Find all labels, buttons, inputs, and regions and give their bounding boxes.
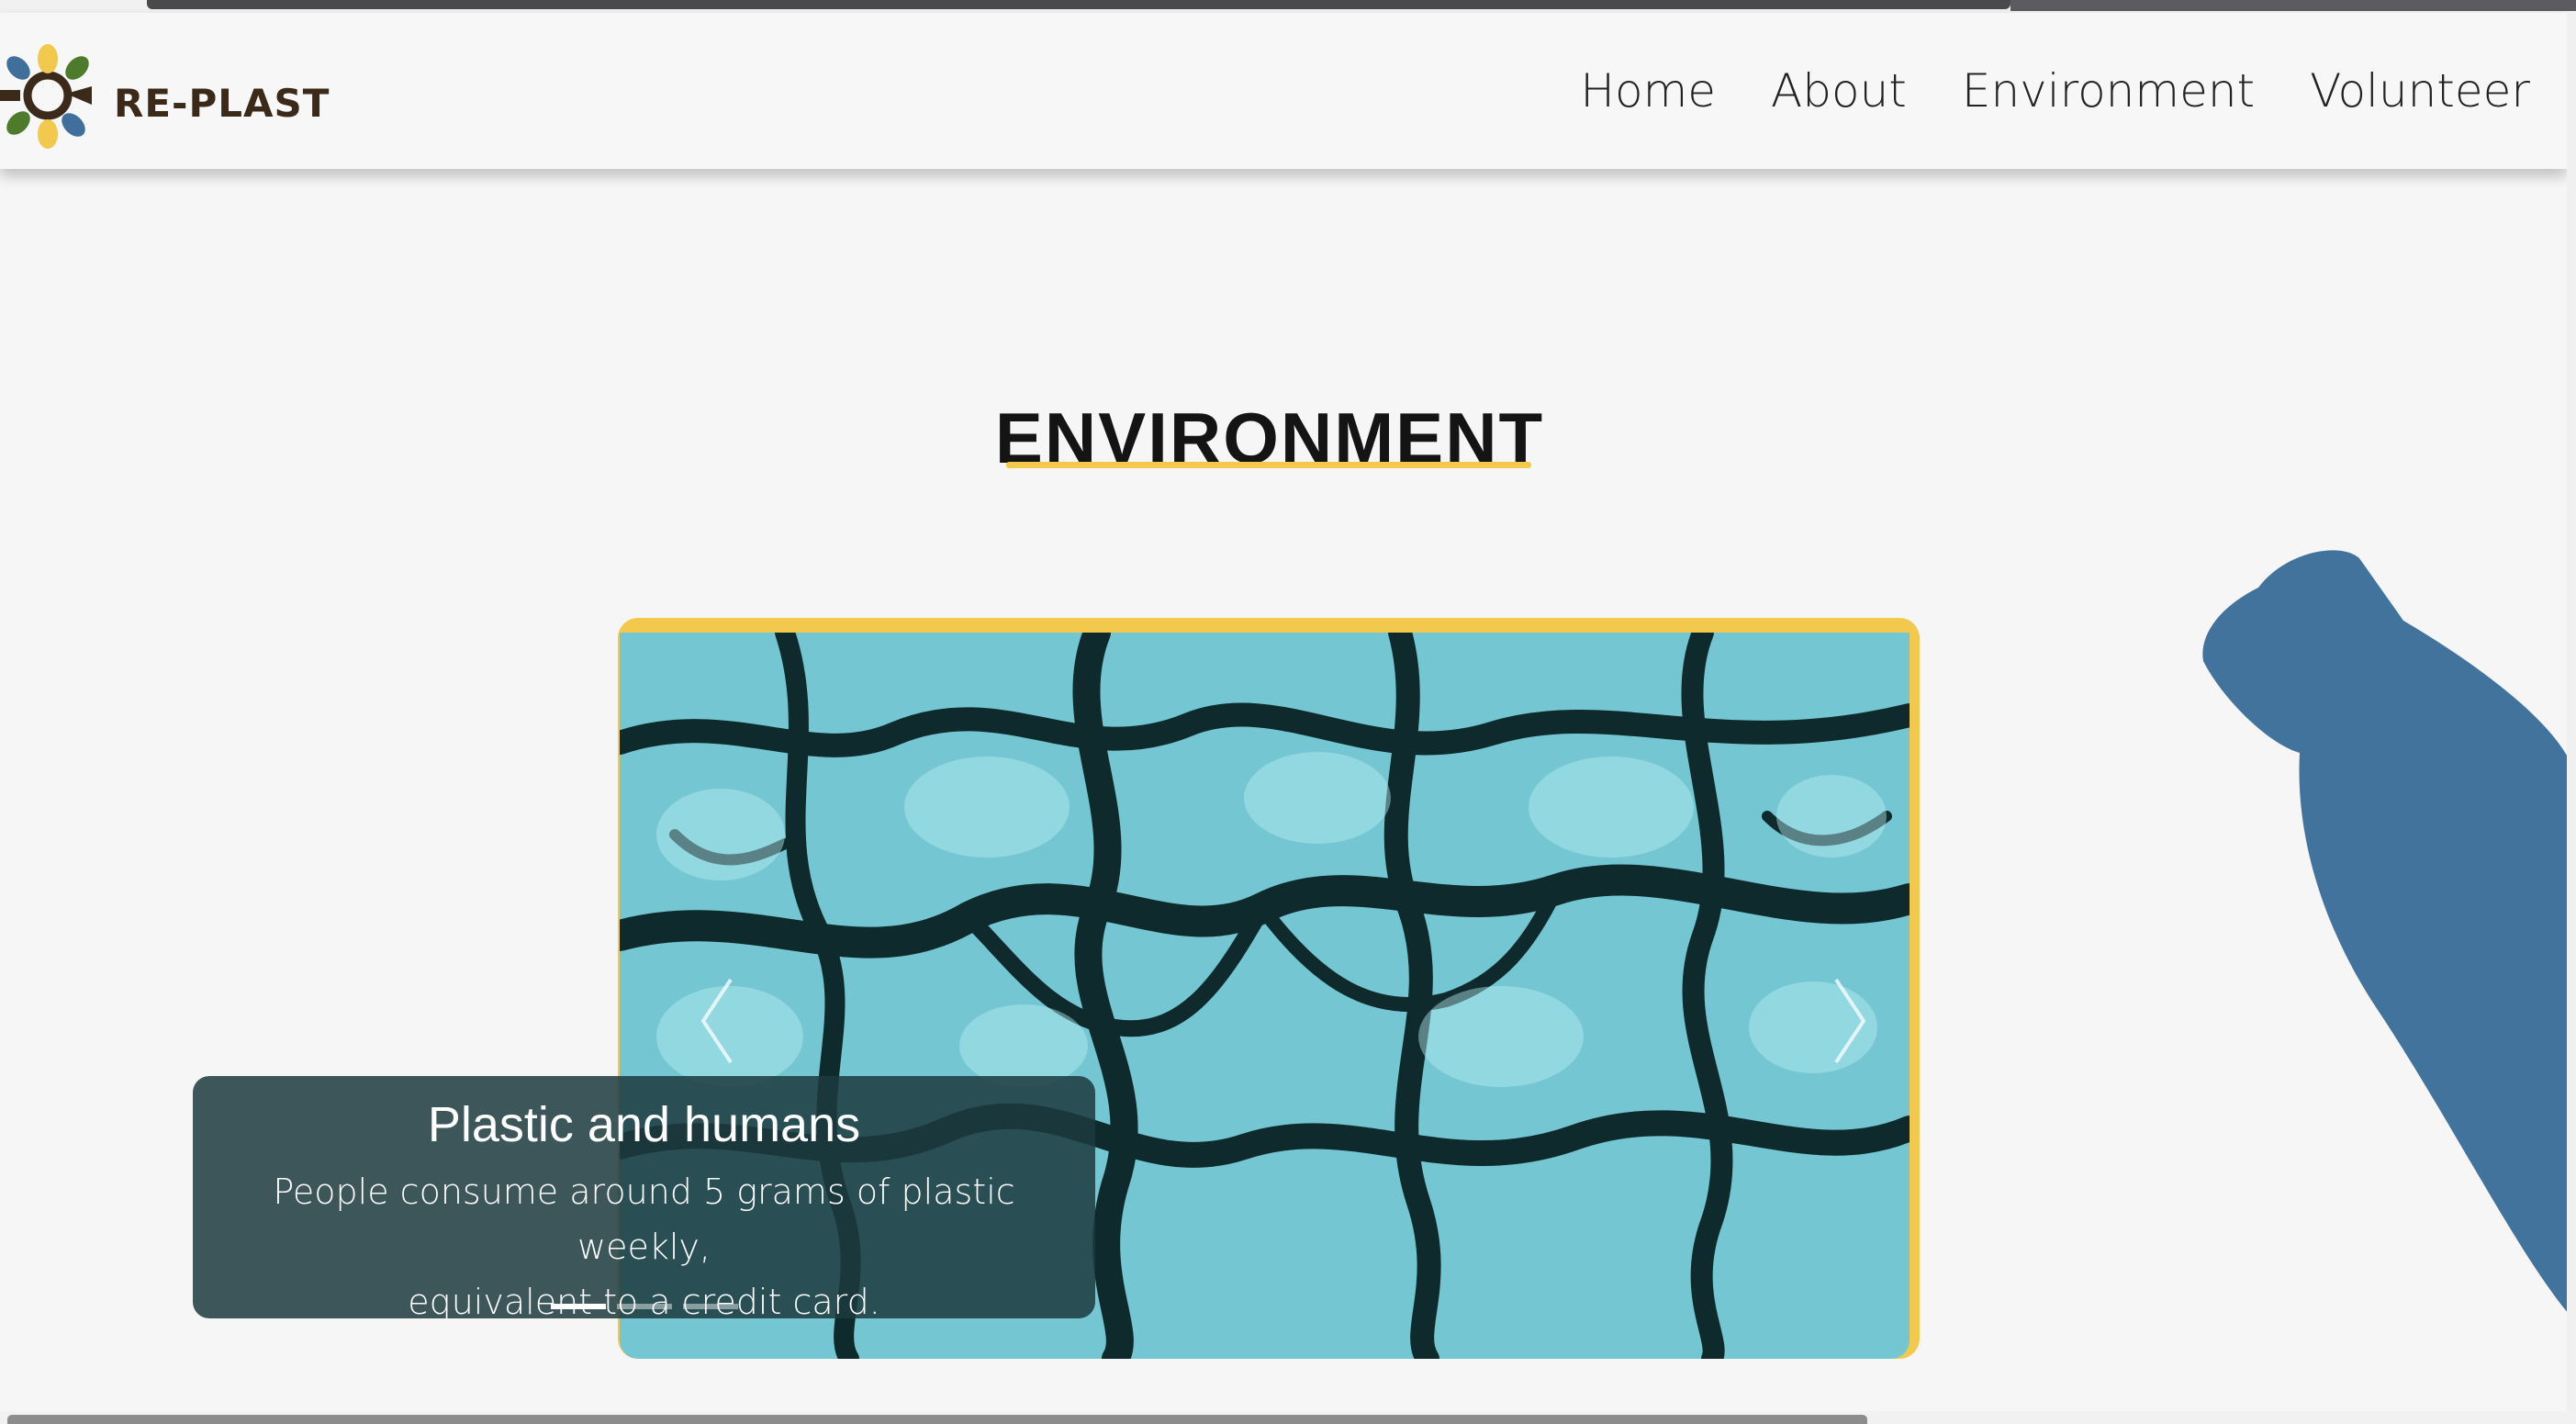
nav-link-environment[interactable]: Environment (1962, 64, 2255, 118)
nav-link-home[interactable]: Home (1580, 64, 1716, 118)
chevron-left-icon[interactable] (689, 970, 745, 1071)
top-strip-right (2010, 0, 2576, 11)
caption-title: Plastic and humans (427, 1097, 861, 1152)
recycle-gear-icon (0, 44, 92, 149)
brand-name: RE-PLAST (114, 81, 330, 126)
horizontal-scrollbar-thumb[interactable] (7, 1415, 1867, 1424)
carousel-caption: Plastic and humans People consume around… (193, 1076, 1095, 1322)
navbar: RE-PLAST Home About Environment Voluntee… (0, 13, 2567, 169)
nav-link-volunteer[interactable]: Volunteer (2310, 64, 2530, 118)
bottle-decoration (2202, 550, 2576, 1322)
caption-line-2: equivalent to a credit card. (408, 1282, 880, 1322)
caption-line-1: People consume around 5 grams of plastic… (273, 1172, 1015, 1267)
chevron-right-icon[interactable] (1822, 970, 1877, 1071)
nav-link-about[interactable]: About (1771, 64, 1907, 118)
browser-top-strip (0, 0, 2576, 13)
indicator-2[interactable] (616, 1304, 672, 1309)
main-nav: Home About Environment Volunteer (1580, 13, 2530, 169)
brand-logo[interactable]: RE-PLAST (0, 33, 329, 152)
carousel-indicators (193, 1304, 1095, 1309)
title-underline (1006, 462, 1531, 468)
indicator-3[interactable] (682, 1304, 738, 1309)
top-scrollbar-thumb[interactable] (147, 0, 2010, 9)
indicator-1[interactable] (550, 1304, 606, 1309)
vertical-scrollbar[interactable] (2567, 13, 2576, 1411)
